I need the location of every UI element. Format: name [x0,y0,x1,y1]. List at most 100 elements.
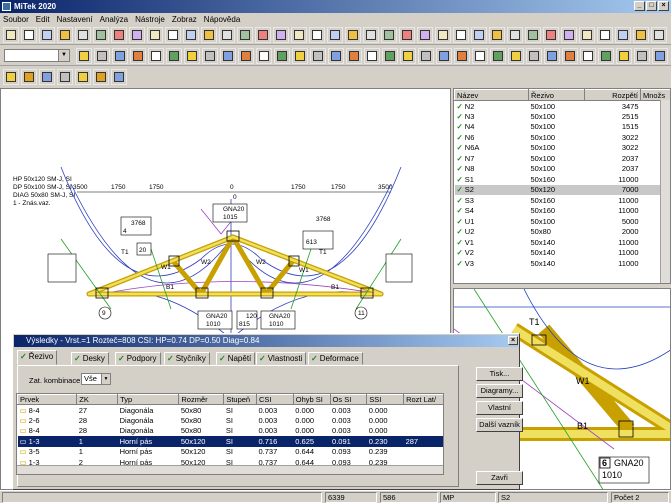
col-header[interactable]: SSI [366,394,405,405]
toolbar-button[interactable] [526,48,542,64]
col-header[interactable]: Stupeň [223,394,257,405]
toolbar-button[interactable] [417,27,433,43]
toolbar-button[interactable] [255,27,271,43]
next-truss-button[interactable]: Další vazník [476,418,523,432]
toolbar-button[interactable] [561,27,577,43]
toolbar-button[interactable] [93,69,109,85]
toolbar-button[interactable] [453,27,469,43]
tab-podpory[interactable]: ✓ Podpory [115,352,161,365]
toolbar-button[interactable] [435,27,451,43]
col-header[interactable]: Řezivo [528,89,585,101]
tab-deformace[interactable]: ✓ Deformace [308,352,363,365]
toolbar-button[interactable] [75,69,91,85]
table-row[interactable]: ✓ N6 50x100 3022 [455,132,671,143]
toolbar-button[interactable] [291,27,307,43]
menu-zobraz[interactable]: Zobraz [172,15,197,24]
toolbar-button[interactable] [129,27,145,43]
toolbar-button[interactable] [652,48,668,64]
toolbar-button[interactable] [201,27,217,43]
toolbar-button[interactable] [238,48,254,64]
menu-edit[interactable]: Edit [36,15,50,24]
toolbar-button[interactable] [489,27,505,43]
toolbar-button[interactable] [598,48,614,64]
toolbar-button[interactable] [292,48,308,64]
toolbar-button[interactable] [183,27,199,43]
toolbar-button[interactable] [21,27,37,43]
toolbar-button[interactable] [202,48,218,64]
toolbar-button[interactable] [76,48,92,64]
toolbar-button[interactable] [274,48,290,64]
toolbar-button[interactable] [454,48,470,64]
col-header[interactable]: Typ [117,394,180,405]
toolbar-button[interactable] [3,27,19,43]
table-row[interactable]: ▭ 3-5 1 Horní pás 50x120 SI 0.737 0.644 0.093 0.… [18,447,444,458]
toolbar-button[interactable] [237,27,253,43]
toolbar-button[interactable] [39,27,55,43]
chevron-down-icon[interactable]: ▼ [58,50,69,61]
toolbar-button[interactable] [543,27,559,43]
toolbar-button[interactable] [166,48,182,64]
table-row[interactable]: ✓ S2 50x120 7000 [454,184,670,195]
table-row[interactable]: ✓ N3 50x100 2515 [455,111,671,122]
toolbar-button[interactable] [381,27,397,43]
toolbar-button[interactable] [399,27,415,43]
toolbar-button[interactable] [310,48,326,64]
toolbar-button[interactable] [256,48,272,64]
table-row[interactable]: ✓ U2 50x80 2000 [455,227,671,238]
col-header[interactable]: Prvek [17,394,78,405]
toolbar-button[interactable] [309,27,325,43]
menu-analyza[interactable]: Analýza [100,15,128,24]
tab-desky[interactable]: ✓ Desky [71,352,109,365]
col-header[interactable]: CSI [256,394,294,405]
maximize-button[interactable]: □ [646,1,657,11]
table-row[interactable]: ✓ S3 50x160 11000 [455,195,671,206]
toolbar-button[interactable] [57,69,73,85]
properties-button[interactable]: Vlastní [476,401,523,415]
table-row[interactable]: ✓ S1 50x160 11000 [455,174,671,185]
toolbar-button[interactable] [490,48,506,64]
toolbar-button[interactable] [579,27,595,43]
toolbar-button[interactable] [616,48,632,64]
toolbar-button[interactable] [147,27,163,43]
toolbar-button[interactable] [130,48,146,64]
menu-nastaveni[interactable]: Nastavení [57,15,93,24]
toolbar-button[interactable] [382,48,398,64]
table-row[interactable]: ✓ N8 50x100 2037 [455,164,671,175]
toolbar-button[interactable] [544,48,560,64]
menu-soubor[interactable]: Soubor [3,15,29,24]
table-row[interactable]: ▭ 8-4 28 Diagonála 50x80 SI 0.003 0.000 0.003 0.… [18,426,444,437]
tab-vlastnosti[interactable]: ✓ Vlastnosti [256,352,307,365]
toolbar-button[interactable] [111,27,127,43]
toolbar-button[interactable] [75,27,91,43]
toolbar-button[interactable] [471,27,487,43]
toolbar-button[interactable] [508,48,524,64]
minimize-button[interactable]: _ [634,1,645,11]
toolbar-button[interactable] [597,27,613,43]
toolbar-button[interactable] [651,27,667,43]
vertical-scrollbar[interactable] [660,100,670,283]
load-combination-select[interactable]: Vše ▼ [81,373,111,385]
toolbar-button[interactable] [525,27,541,43]
toolbar-button[interactable] [3,69,19,85]
toolbar-button[interactable] [346,48,362,64]
col-header[interactable]: Rozt Lat/ [403,394,443,405]
diagrams-button[interactable]: Diagramy... [476,384,523,398]
toolbar-button[interactable] [111,69,127,85]
toolbar-button[interactable] [219,27,235,43]
toolbar-button[interactable] [184,48,200,64]
tab-napeti[interactable]: ✓ Napětí [216,352,256,365]
toolbar-button[interactable] [363,27,379,43]
col-header[interactable]: Rozměr [178,394,225,405]
table-row[interactable]: ✓ V2 50x140 11000 [455,248,671,259]
col-header[interactable]: ZK [76,394,119,405]
toolbar-button[interactable] [436,48,452,64]
toolbar-button[interactable] [21,69,37,85]
toolbar-button[interactable] [418,48,434,64]
toolbar-button[interactable] [580,48,596,64]
toolbar-button[interactable] [165,27,181,43]
toolbar-button[interactable] [112,48,128,64]
close-button[interactable]: Zavři [476,471,523,485]
menu-nastroje[interactable]: Nástroje [135,15,165,24]
toolbar-button[interactable] [615,27,631,43]
toolbar-button[interactable] [327,27,343,43]
